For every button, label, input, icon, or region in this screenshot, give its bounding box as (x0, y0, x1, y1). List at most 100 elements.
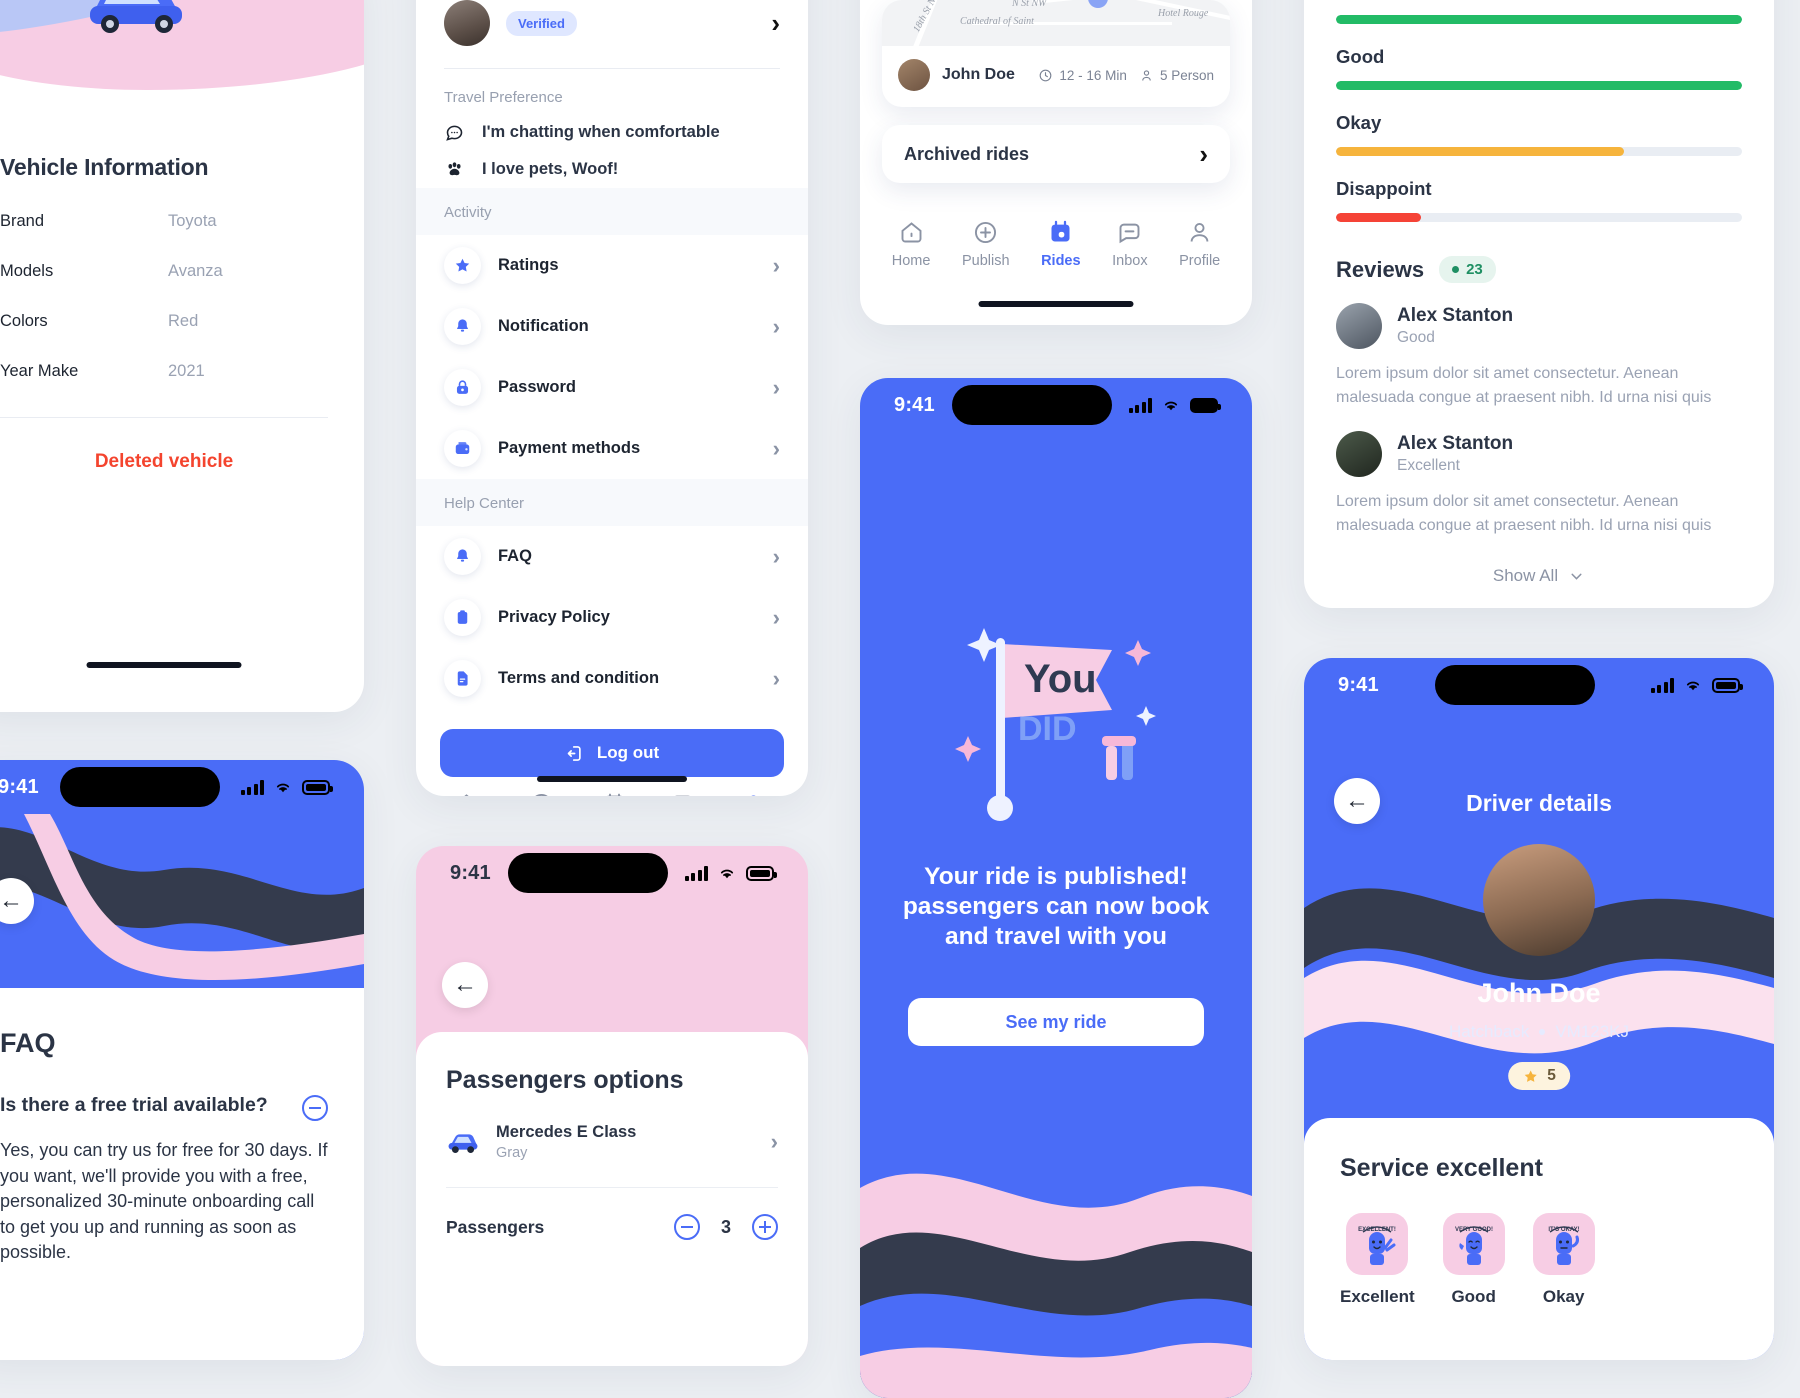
tab-label: Publish (961, 253, 1010, 269)
table-row: Models Avanza (0, 262, 328, 281)
battery-icon (1190, 397, 1221, 413)
rating-bar-fill (1336, 147, 1625, 156)
review-header: Alex Stanton Excellent (1336, 430, 1742, 477)
battery-icon (746, 865, 777, 881)
sidebar-item-terms[interactable]: Terms and condition › (416, 648, 808, 709)
review-text: Lorem ipsum dolor sit amet consectetur. … (1336, 365, 1712, 407)
svg-text:You: You (1024, 657, 1097, 701)
car-icon (448, 1134, 478, 1154)
rating-option-good[interactable]: VERY GOOD! Good (1442, 1213, 1505, 1307)
tab-inbox[interactable]: Inbox (665, 791, 700, 796)
avatar (1336, 430, 1382, 477)
profile-header: Verified › (416, 0, 808, 69)
tab-home[interactable]: Home (448, 791, 487, 796)
driver-name: John Doe (942, 66, 1015, 83)
vehicle-colors-label: Colors (0, 312, 48, 330)
archived-rides-button[interactable]: Archived rides › (882, 125, 1230, 183)
vehicle-year-label: Year Make (0, 362, 79, 380)
tab-rides[interactable]: Rides (1041, 219, 1081, 269)
status-bar: 9:41 (1304, 658, 1774, 712)
reviews-count: 23 (1466, 261, 1483, 278)
collapse-icon[interactable] (302, 1095, 328, 1121)
bottom-tab-bar: Home Publish Rides Inbox Profile (860, 205, 1252, 275)
tab-profile[interactable]: Profile (1179, 219, 1220, 269)
paw-icon (448, 162, 461, 176)
sidebar-item-privacy-policy[interactable]: Privacy Policy › (416, 587, 808, 648)
passengers-label: Passengers (446, 1216, 545, 1237)
status-icons (684, 865, 777, 881)
tab-publish[interactable]: Publish (962, 219, 1010, 269)
home-icon (464, 794, 470, 796)
flag-illustration-icon: You DID (955, 628, 1156, 821)
plus-icon (535, 793, 548, 796)
battery-icon (1712, 677, 1743, 693)
service-heading: Service excellent (1340, 1154, 1543, 1182)
wifi-icon (1164, 401, 1178, 411)
document-icon (444, 660, 481, 697)
rating-option-okay[interactable]: IT'S OKAY! Okay (1532, 1213, 1595, 1307)
wallet-icon (444, 430, 481, 467)
chevron-right-icon: › (772, 313, 780, 339)
svg-text:DID: DID (1018, 710, 1077, 748)
show-all-button[interactable]: Show All (1336, 566, 1742, 586)
profile-icon (1190, 222, 1209, 242)
tab-home[interactable]: Home (891, 219, 931, 269)
star-icon (444, 247, 481, 284)
sidebar-item-payment-methods[interactable]: Payment methods › (416, 418, 808, 479)
reviewer-rating: Excellent (1397, 456, 1460, 474)
divider (0, 417, 328, 418)
tab-inbox[interactable]: Inbox (1112, 219, 1148, 269)
signal-icon (1128, 397, 1152, 413)
vehicle-year-value: 2021 (168, 362, 205, 380)
increment-button[interactable] (752, 1214, 778, 1240)
status-time: 9:41 (1338, 673, 1379, 696)
sidebar-item-notification[interactable]: Notification › (416, 296, 808, 357)
sidebar-item-faq[interactable]: FAQ › (416, 526, 808, 587)
delete-vehicle-button[interactable]: Deleted vehicle (0, 451, 328, 473)
lock-icon (444, 369, 481, 406)
sidebar-item-label: Privacy Policy (498, 608, 610, 626)
sidebar-item-ratings[interactable]: Ratings › (416, 235, 808, 296)
logout-button[interactable]: Log out (440, 729, 784, 777)
person-icon (1142, 69, 1151, 81)
reviews-header: Reviews 23 (1336, 256, 1742, 283)
ratings-reviews-screen: Good Okay Disappoint Reviews 23 Alex Sta… (1304, 0, 1774, 608)
vehicle-selector-row[interactable]: Mercedes E Class Gray › (446, 1123, 778, 1161)
ride-card[interactable]: 18th St NW N St NW Cathedral of Saint Ho… (882, 0, 1230, 107)
tab-label: Home (891, 253, 931, 269)
status-time: 9:41 (894, 393, 935, 416)
capacity-label: 5 Person (1159, 67, 1214, 83)
driver-vehicle-info: Hatchback VM123KJ (1304, 1022, 1774, 1042)
status-bar: 9:41 (860, 378, 1252, 432)
star-icon (1524, 1069, 1537, 1082)
home-indicator (537, 776, 687, 782)
back-button[interactable]: ← (442, 962, 488, 1008)
tab-label: Inbox (1112, 253, 1148, 269)
divider (446, 1187, 778, 1188)
rating-good-label: Good (1336, 46, 1385, 67)
dot-icon (1452, 266, 1460, 273)
good-figure-icon: VERY GOOD! (1455, 1226, 1493, 1265)
rating-bar-fill (1336, 213, 1422, 222)
tab-publish[interactable]: Publish (517, 791, 565, 796)
rides-screen: 18th St NW N St NW Cathedral of Saint Ho… (860, 0, 1252, 325)
profile-user-row[interactable]: Verified › (444, 0, 780, 68)
bell-icon (444, 308, 481, 345)
notch (951, 385, 1112, 425)
rating-option-excellent[interactable]: EXCELLENT! Excellent (1340, 1213, 1415, 1307)
wave-shapes (860, 1173, 1252, 1398)
battery-icon (302, 779, 333, 795)
sidebar-item-password[interactable]: Password › (416, 357, 808, 418)
reviews-content: Good Okay Disappoint Reviews 23 Alex Sta… (1304, 0, 1774, 586)
bell-icon (444, 538, 481, 575)
tab-profile[interactable]: Profile (731, 791, 776, 796)
tab-rides[interactable]: Rides (596, 791, 633, 796)
faq-question-row[interactable]: Is there a free trial available? (0, 1093, 328, 1121)
rating-bar-track (1336, 81, 1742, 90)
chevron-right-icon: › (772, 435, 780, 461)
page-title: FAQ (0, 1028, 56, 1058)
signal-icon (240, 779, 264, 795)
preference-label: I love pets, Woof! (482, 160, 619, 178)
decrement-button[interactable] (674, 1214, 700, 1240)
driver-details-screen: 9:41 ← Driver details John Doe Hatchback… (1304, 658, 1774, 1360)
